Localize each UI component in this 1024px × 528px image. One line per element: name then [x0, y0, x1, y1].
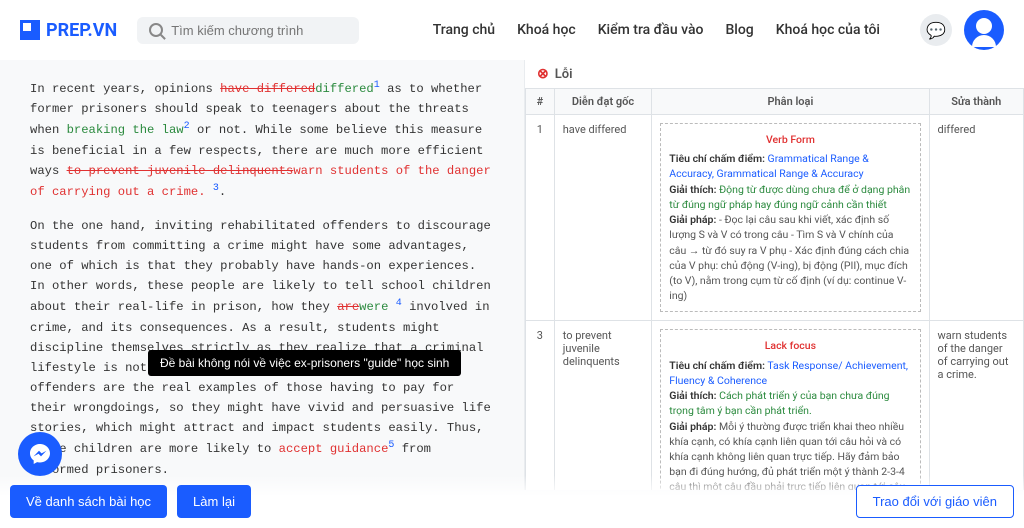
row-fix: differed: [929, 115, 1023, 321]
nav-test[interactable]: Kiểm tra đầu vào: [598, 22, 704, 38]
logo[interactable]: PREP.VN: [20, 20, 117, 41]
search-input[interactable]: [171, 23, 347, 38]
row-orig: have differed: [554, 115, 652, 321]
tooltip: Đề bài không nói về việc ex-prisoners "g…: [148, 350, 461, 376]
strike-text: to prevent juvenile delinquents: [67, 164, 294, 178]
nav-mycourses[interactable]: Khoá học của tôi: [776, 22, 880, 38]
chat-icon[interactable]: 💬: [920, 14, 952, 46]
close-icon[interactable]: ⊗: [537, 66, 549, 82]
footer: Về danh sách bài học Làm lại Trao đổi vớ…: [0, 475, 1024, 528]
col-num: #: [526, 89, 555, 115]
row-fix: warn students of the danger of carrying …: [929, 321, 1023, 490]
nav: Trang chủ Khoá học Kiểm tra đầu vào Blog…: [433, 22, 880, 38]
cat-title: Verb Form: [669, 132, 911, 147]
avatar[interactable]: [964, 10, 1004, 50]
sidebar-title: Lỗi: [555, 67, 573, 82]
correction-text: were: [359, 301, 388, 315]
error-sidebar: ⊗ Lỗi # Diễn đạt gốc Phân loại Sửa thành…: [524, 60, 1024, 490]
row-cat: Verb Form Tiêu chí chấm điểm: Grammatica…: [652, 115, 929, 321]
btn-retry[interactable]: Làm lại: [177, 485, 251, 518]
category-box: Verb Form Tiêu chí chấm điểm: Grammatica…: [660, 123, 920, 312]
logo-icon: [20, 20, 40, 40]
btn-chat-teacher[interactable]: Trao đổi với giáo viên: [856, 485, 1014, 518]
error-text: accept guidance: [279, 442, 389, 456]
row-cat: Lack focus Tiêu chí chấm điểm: Task Resp…: [652, 321, 929, 490]
strike-text: have differed: [220, 82, 315, 96]
main: In recent years, opinions have differedd…: [0, 60, 1024, 490]
essay-panel: In recent years, opinions have differedd…: [0, 60, 524, 490]
strike-text: are: [337, 301, 359, 315]
search-icon: [149, 23, 163, 37]
table-header-row: # Diễn đạt gốc Phân loại Sửa thành: [526, 89, 1024, 115]
row-num: 3: [526, 321, 555, 490]
essay-p1: In recent years, opinions have differedd…: [30, 78, 494, 202]
btn-lesson-list[interactable]: Về danh sách bài học: [10, 485, 167, 518]
nav-blog[interactable]: Blog: [725, 22, 753, 38]
search-box[interactable]: [137, 17, 359, 44]
nav-courses[interactable]: Khoá học: [517, 22, 576, 38]
col-orig: Diễn đạt gốc: [554, 89, 652, 115]
row-orig: to prevent juvenile delinquents: [554, 321, 652, 490]
error-table: # Diễn đạt gốc Phân loại Sửa thành 1 hav…: [525, 88, 1024, 490]
col-cat: Phân loại: [652, 89, 929, 115]
correction-text: differed: [315, 82, 374, 96]
table-row: 1 have differed Verb Form Tiêu chí chấm …: [526, 115, 1024, 321]
col-fix: Sửa thành: [929, 89, 1023, 115]
header: PREP.VN Trang chủ Khoá học Kiểm tra đầu …: [0, 0, 1024, 60]
logo-text: PREP.VN: [46, 20, 117, 41]
sidebar-header: ⊗ Lỗi: [525, 60, 1024, 88]
essay-p2: On the one hand, inviting rehabilitated …: [30, 216, 494, 480]
category-box: Lack focus Tiêu chí chấm điểm: Task Resp…: [660, 329, 920, 490]
messenger-icon[interactable]: [18, 432, 62, 476]
table-row: 3 to prevent juvenile delinquents Lack f…: [526, 321, 1024, 490]
header-icons: 💬: [920, 10, 1004, 50]
row-num: 1: [526, 115, 555, 321]
cat-title: Lack focus: [669, 338, 911, 353]
nav-home[interactable]: Trang chủ: [433, 22, 495, 38]
highlight-text: breaking the law: [67, 123, 184, 137]
